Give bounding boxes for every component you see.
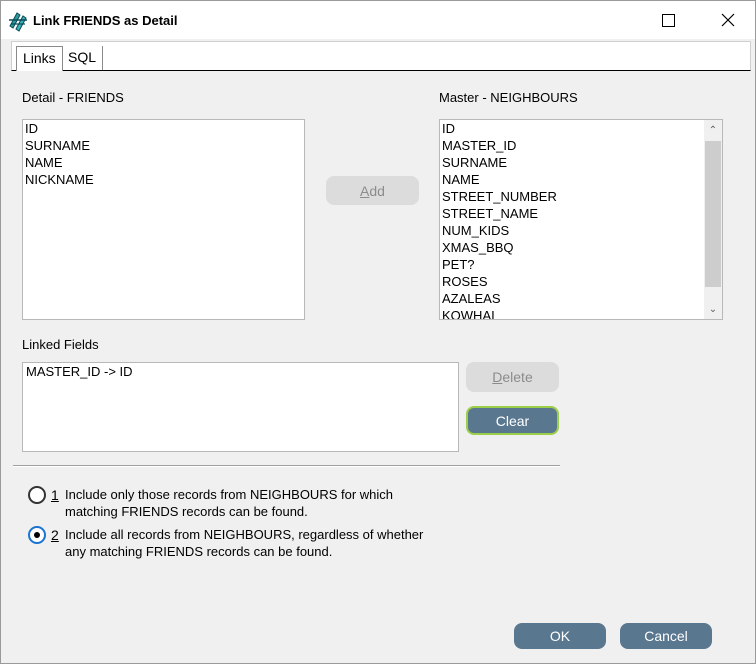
scroll-down-icon[interactable]: ⌄: [704, 299, 722, 319]
list-item[interactable]: XMAS_BBQ: [440, 239, 722, 256]
clear-button[interactable]: Clear: [466, 406, 559, 435]
list-item[interactable]: SURNAME: [440, 154, 722, 171]
list-item[interactable]: ROSES: [440, 273, 722, 290]
delete-button-label: elete: [502, 369, 533, 385]
tab-strip: Links SQL: [11, 41, 751, 71]
maximize-button[interactable]: [645, 1, 691, 39]
add-button-label: dd: [369, 182, 385, 199]
link-tables-icon: [9, 12, 27, 32]
list-item[interactable]: NICKNAME: [23, 171, 304, 188]
master-label: Master - NEIGHBOURS: [439, 90, 578, 105]
option-1-number: 1: [51, 487, 59, 503]
list-item[interactable]: MASTER_ID -> ID: [23, 363, 458, 380]
separator: [13, 465, 560, 467]
close-icon: [721, 13, 735, 27]
window-title: Link FRIENDS as Detail: [33, 13, 178, 28]
list-item[interactable]: AZALEAS: [440, 290, 722, 307]
master-fields-list[interactable]: ID MASTER_ID SURNAME NAME STREET_NUMBER …: [439, 119, 723, 320]
list-item[interactable]: STREET_NAME: [440, 205, 722, 222]
list-item[interactable]: SURNAME: [23, 137, 304, 154]
close-button[interactable]: [705, 1, 751, 39]
list-item[interactable]: PET?: [440, 256, 722, 273]
tab-sql[interactable]: SQL: [62, 46, 104, 70]
master-list-scrollbar[interactable]: ⌃ ⌄: [704, 120, 722, 319]
list-item[interactable]: NAME: [440, 171, 722, 188]
maximize-icon: [661, 13, 675, 27]
ok-button[interactable]: OK: [514, 623, 606, 649]
list-item[interactable]: ID: [23, 120, 304, 137]
detail-fields-list[interactable]: ID SURNAME NAME NICKNAME: [22, 119, 305, 320]
cancel-button[interactable]: Cancel: [620, 623, 712, 649]
tab-links[interactable]: Links: [16, 46, 63, 71]
dialog-window: Link FRIENDS as Detail Links SQL Detail …: [0, 0, 756, 664]
option-1-radio[interactable]: [28, 486, 46, 504]
list-item[interactable]: STREET_NUMBER: [440, 188, 722, 205]
delete-button[interactable]: Delete: [466, 362, 559, 392]
list-item[interactable]: NUM_KIDS: [440, 222, 722, 239]
scroll-up-icon[interactable]: ⌃: [704, 120, 722, 140]
option-1-text[interactable]: Include only those records from NEIGHBOU…: [65, 486, 465, 520]
linked-fields-list[interactable]: MASTER_ID -> ID: [22, 362, 459, 452]
option-2-radio[interactable]: [28, 526, 46, 544]
list-item[interactable]: NAME: [23, 154, 304, 171]
option-1-line-2: matching FRIENDS records can be found.: [65, 504, 308, 519]
detail-label: Detail - FRIENDS: [22, 90, 124, 105]
scroll-thumb[interactable]: [705, 141, 721, 287]
delete-button-mnemonic: D: [492, 369, 503, 385]
list-item[interactable]: ID: [440, 120, 722, 137]
option-2-line-1: Include all records from NEIGHBOURS, reg…: [65, 527, 424, 542]
linked-fields-label: Linked Fields: [22, 337, 99, 352]
add-button-mnemonic: A: [360, 182, 370, 199]
option-1-line-1: Include only those records from NEIGHBOU…: [65, 487, 394, 502]
list-item[interactable]: MASTER_ID: [440, 137, 722, 154]
title-bar: Link FRIENDS as Detail: [1, 1, 755, 39]
list-item[interactable]: KOWHAI: [440, 307, 722, 319]
option-2-line-2: any matching FRIENDS records can be foun…: [65, 544, 333, 559]
option-2-number: 2: [51, 527, 59, 543]
option-2-text[interactable]: Include all records from NEIGHBOURS, reg…: [65, 526, 465, 560]
radio-selected-dot: [34, 532, 40, 538]
add-button[interactable]: Add: [326, 176, 419, 205]
